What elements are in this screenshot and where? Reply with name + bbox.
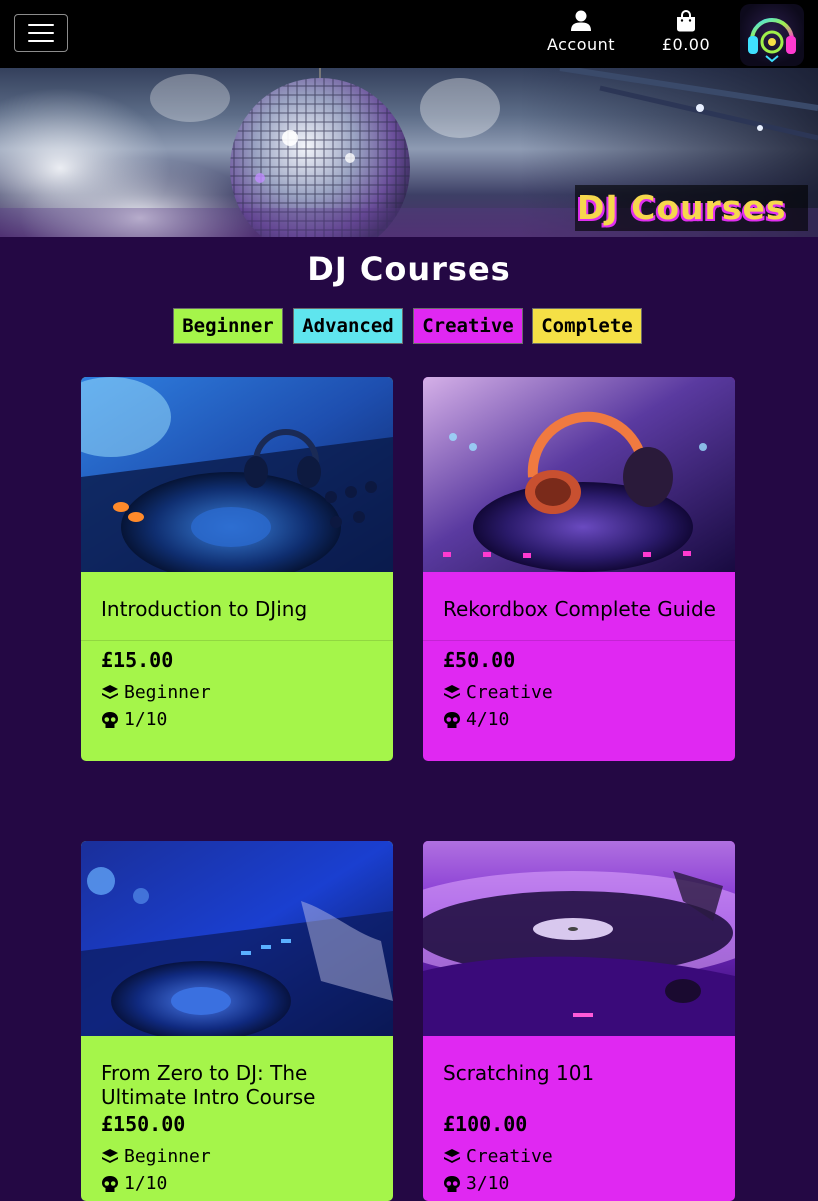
course-title[interactable]: Scratching 101 — [443, 1061, 723, 1085]
course-card[interactable]: From Zero to DJ: The Ultimate Intro Cour… — [81, 841, 393, 1201]
account-label: Account — [546, 35, 616, 54]
basket-link[interactable]: £0.00 — [650, 10, 722, 60]
shopping-bag-icon — [677, 10, 695, 32]
skull-icon — [444, 711, 460, 728]
course-image — [423, 377, 735, 572]
course-card[interactable]: Introduction to DJing £15.00 Beginner 1/… — [81, 377, 393, 761]
hamburger-line — [28, 40, 54, 42]
course-category-label: Creative — [466, 1146, 553, 1167]
course-card[interactable]: Scratching 101 £100.00 Creative 3/10 — [423, 841, 735, 1201]
course-difficulty: 1/10 — [101, 709, 167, 730]
skull-icon — [102, 711, 118, 728]
site-logo[interactable] — [740, 4, 804, 66]
page-title: DJ Courses — [307, 250, 511, 288]
course-price: £15.00 — [101, 648, 174, 672]
course-title[interactable]: Introduction to DJing — [101, 597, 381, 621]
course-category: Creative — [443, 682, 553, 703]
hamburger-line — [28, 24, 54, 26]
course-category-label: Beginner — [124, 1146, 211, 1167]
filter-creative-button[interactable]: Creative — [413, 308, 523, 344]
course-card[interactable]: Rekordbox Complete Guide £50.00 Creative… — [423, 377, 735, 761]
course-category: Beginner — [101, 682, 211, 703]
headphones-logo-icon — [748, 18, 796, 63]
filter-complete-button[interactable]: Complete — [532, 308, 642, 344]
filter-beginner-button[interactable]: Beginner — [173, 308, 283, 344]
user-icon — [571, 10, 591, 31]
course-difficulty-label: 3/10 — [466, 1173, 510, 1194]
basket-total: £0.00 — [661, 35, 711, 54]
course-difficulty: 3/10 — [443, 1173, 509, 1194]
course-title[interactable]: From Zero to DJ: The Ultimate Intro Cour… — [101, 1061, 381, 1109]
course-image — [81, 841, 393, 1036]
course-category: Creative — [443, 1146, 553, 1167]
course-difficulty-label: 1/10 — [124, 709, 168, 730]
account-link[interactable]: Account — [538, 10, 624, 60]
layer-group-icon — [102, 1148, 118, 1163]
layer-group-icon — [444, 684, 460, 699]
navbar: Account £0.00 — [0, 0, 818, 68]
course-category: Beginner — [101, 1146, 211, 1167]
category-filters: Beginner Advanced Creative Complete — [0, 308, 818, 344]
course-difficulty-label: 1/10 — [124, 1173, 168, 1194]
course-difficulty: 1/10 — [101, 1173, 167, 1194]
course-image — [81, 377, 393, 572]
course-price: £50.00 — [443, 648, 516, 672]
layer-group-icon — [444, 1148, 460, 1163]
course-title[interactable]: Rekordbox Complete Guide — [443, 597, 723, 621]
course-category-label: Creative — [466, 682, 553, 703]
course-price: £100.00 — [443, 1112, 528, 1136]
card-divider — [81, 640, 393, 641]
course-difficulty-label: 4/10 — [466, 709, 510, 730]
filter-advanced-button[interactable]: Advanced — [293, 308, 403, 344]
hamburger-line — [28, 32, 54, 34]
course-category-label: Beginner — [124, 682, 211, 703]
hero-title: DJ Courses — [575, 185, 808, 231]
skull-icon — [102, 1175, 118, 1192]
course-image — [423, 841, 735, 1036]
layer-group-icon — [102, 684, 118, 699]
menu-toggle-button[interactable] — [14, 14, 68, 52]
course-price: £150.00 — [101, 1112, 186, 1136]
card-divider — [423, 640, 735, 641]
skull-icon — [444, 1175, 460, 1192]
course-difficulty: 4/10 — [443, 709, 509, 730]
